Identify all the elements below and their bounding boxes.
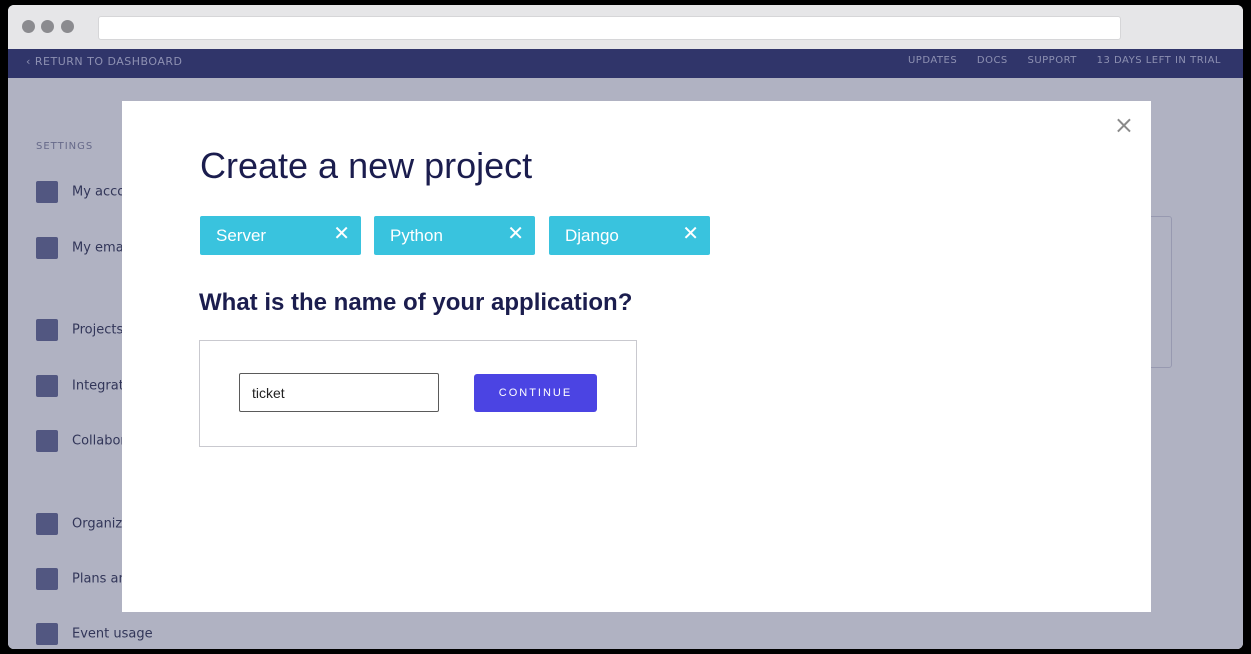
create-project-modal: × Create a new project Server ✕ Python ✕… — [122, 101, 1151, 612]
tag-server[interactable]: Server ✕ — [200, 216, 361, 255]
browser-chrome — [8, 5, 1243, 49]
modal-title: Create a new project — [200, 145, 533, 186]
close-icon[interactable]: × — [1114, 113, 1134, 137]
continue-button[interactable]: CONTINUE — [474, 374, 597, 412]
application-name-question: What is the name of your application? — [199, 289, 633, 316]
address-bar[interactable] — [98, 16, 1121, 40]
window-minimize-dot[interactable] — [41, 20, 54, 33]
window-zoom-dot[interactable] — [61, 20, 74, 33]
tag-label: Server — [216, 226, 267, 245]
tag-label: Python — [390, 226, 443, 245]
application-name-form: CONTINUE — [199, 340, 637, 447]
remove-tag-icon[interactable]: ✕ — [507, 223, 524, 245]
remove-tag-icon[interactable]: ✕ — [682, 223, 699, 245]
window-close-dot[interactable] — [22, 20, 35, 33]
application-name-input[interactable] — [239, 373, 439, 412]
tag-django[interactable]: Django ✕ — [549, 216, 710, 255]
remove-tag-icon[interactable]: ✕ — [333, 223, 350, 245]
tag-python[interactable]: Python ✕ — [374, 216, 535, 255]
tag-label: Django — [565, 226, 619, 245]
browser-window: ‹ RETURN TO DASHBOARD UPDATES DOCS SUPPO… — [8, 5, 1243, 649]
